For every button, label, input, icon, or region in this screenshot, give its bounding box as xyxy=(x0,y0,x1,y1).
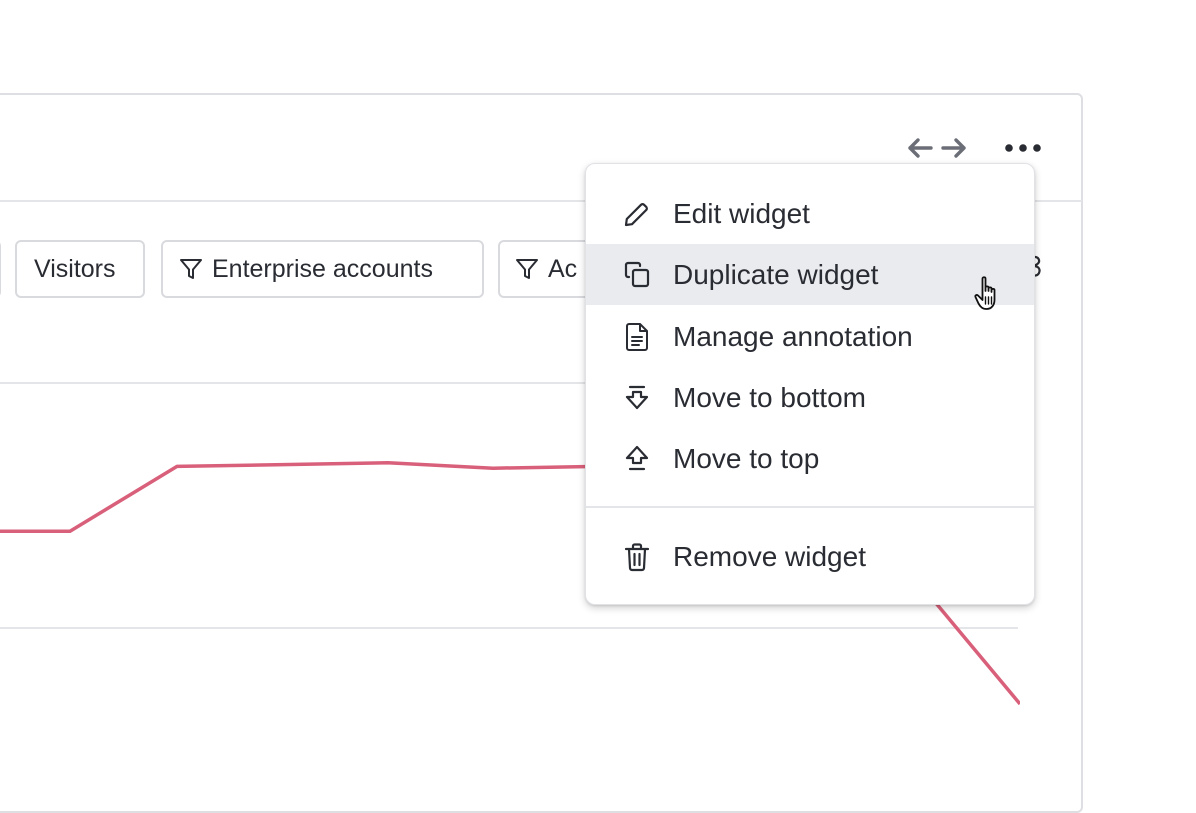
trash-icon xyxy=(624,542,650,571)
horizontal-resize-arrows-icon[interactable] xyxy=(904,131,970,165)
menu-item-move-to-bottom[interactable]: Move to bottom xyxy=(586,367,1034,428)
widget-context-menu: Edit widget Duplicate widget Manage anno… xyxy=(585,163,1035,605)
chart-series-line xyxy=(0,461,599,533)
pencil-icon xyxy=(624,202,648,226)
menu-item-manage-annotation[interactable]: Manage annotation xyxy=(586,306,1034,367)
filter-funnel-icon xyxy=(180,259,202,279)
filter-funnel-icon xyxy=(516,259,538,279)
filter-chip-visitors[interactable]: Visitors xyxy=(15,240,145,298)
menu-item-label: Manage annotation xyxy=(673,320,913,352)
menu-item-duplicate-widget[interactable]: Duplicate widget xyxy=(586,244,1034,305)
filter-chip-partial[interactable] xyxy=(0,240,1,298)
arrow-down-to-bar-icon xyxy=(625,385,649,409)
menu-item-edit-widget[interactable]: Edit widget xyxy=(586,183,1034,244)
filter-chip-label: Visitors xyxy=(34,254,116,283)
menu-item-label: Edit widget xyxy=(673,197,810,229)
menu-item-label: Duplicate widget xyxy=(673,258,879,290)
copy-icon xyxy=(624,261,650,287)
arrow-up-to-bar-icon xyxy=(625,445,649,470)
filter-chip-label: Enterprise accounts xyxy=(212,254,433,283)
menu-divider xyxy=(586,506,1034,508)
more-horizontal-dots-icon[interactable] xyxy=(1000,131,1046,165)
menu-item-move-to-top[interactable]: Move to top xyxy=(586,428,1034,489)
document-icon xyxy=(626,322,648,351)
filter-chip-enterprise-accounts[interactable]: Enterprise accounts xyxy=(161,240,484,298)
filter-chip-label: Ac xyxy=(548,254,578,283)
menu-item-label: Move to top xyxy=(673,442,820,474)
menu-item-label: Remove widget xyxy=(673,540,866,572)
menu-item-remove-widget[interactable]: Remove widget xyxy=(586,526,1034,587)
menu-item-label: Move to bottom xyxy=(673,381,866,413)
